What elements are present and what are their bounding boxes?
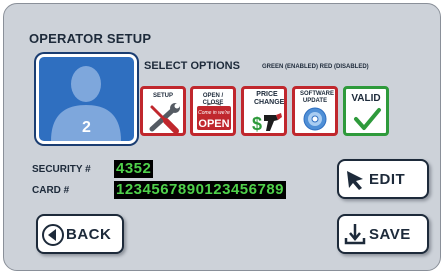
back-arrow-icon [42, 224, 64, 246]
select-options-legend: GREEN (ENABLED) RED (DISABLED) [262, 64, 369, 70]
option-price-change-label: PRICE CHANGE [254, 91, 285, 106]
security-value: 4352 [114, 160, 154, 178]
cursor-arrow-icon [347, 171, 363, 190]
back-button-label: BACK [66, 226, 112, 243]
card-label: CARD # [32, 185, 70, 196]
svg-text:$: $ [252, 114, 262, 133]
open-sign-icon: Come in we're OPEN [197, 103, 231, 130]
page-title: OPERATOR SETUP [29, 31, 152, 46]
save-button-label: SAVE [369, 226, 411, 243]
back-button[interactable]: BACK [36, 214, 124, 254]
download-save-icon [344, 224, 366, 245]
option-valid-label: VALID [351, 93, 381, 104]
option-setup-label: SETUP [152, 93, 173, 99]
software-disc-icon [303, 107, 327, 131]
card-value: 1234567890123456789 [114, 181, 287, 199]
select-options-title: SELECT OPTIONS [144, 60, 240, 72]
option-software-update-label: SOFTWARE UPDATE [300, 91, 334, 104]
operator-number: 2 [82, 119, 91, 136]
svg-text:OPEN: OPEN [198, 118, 229, 130]
checkmark-icon [354, 108, 381, 130]
option-price-change[interactable]: PRICE CHANGE $ [241, 86, 287, 136]
option-software-update[interactable]: SOFTWARE UPDATE [292, 86, 338, 136]
price-pump-icon: $ [252, 113, 282, 133]
edit-button[interactable]: EDIT [337, 159, 429, 199]
option-open-close[interactable]: OPEN / CLOSE Come in we're OPEN [190, 86, 236, 136]
option-valid[interactable]: VALID [343, 86, 389, 136]
option-setup[interactable]: SETUP [140, 86, 186, 136]
operator-avatar[interactable]: 2 [36, 54, 137, 144]
security-label: SECURITY # [32, 164, 91, 175]
edit-button-label: EDIT [369, 171, 406, 188]
save-button[interactable]: SAVE [337, 214, 429, 254]
wrench-screwdriver-icon [149, 103, 180, 133]
svg-text:Come in we're: Come in we're [198, 110, 230, 116]
operator-setup-panel: OPERATOR SETUP 2 SELECT OPTIONS GREEN (E… [3, 3, 441, 271]
